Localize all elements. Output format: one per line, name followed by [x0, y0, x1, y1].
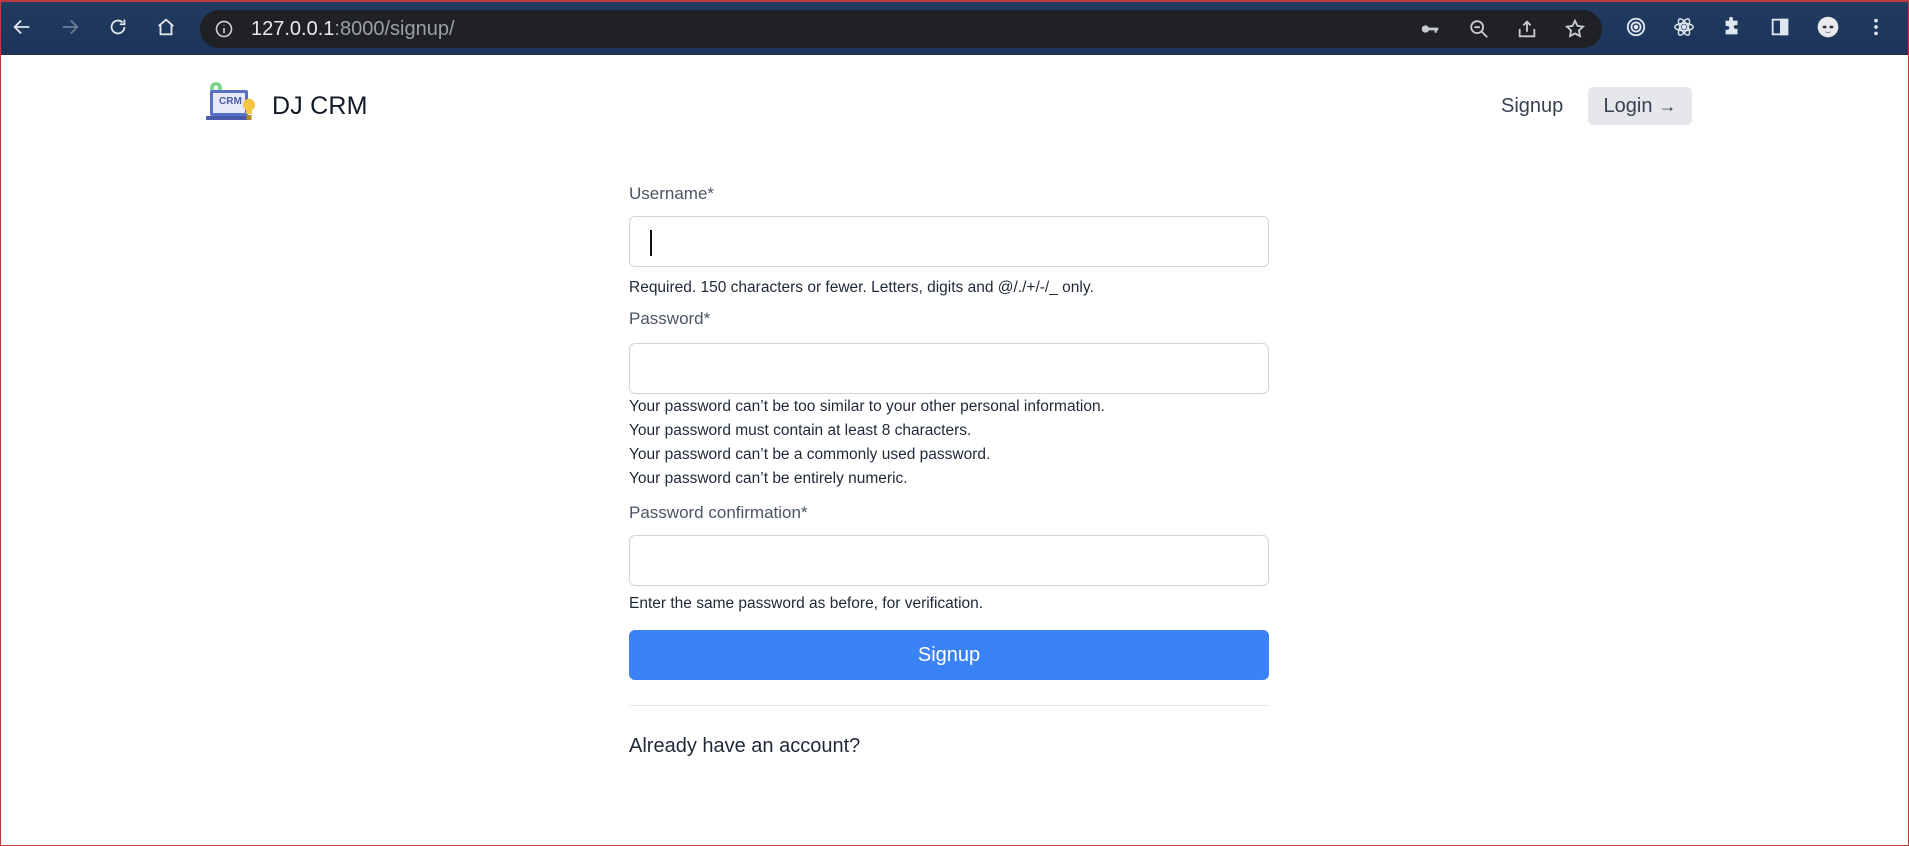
- address-bar[interactable]: 127.0.0.1:8000/signup/: [200, 10, 1602, 48]
- password-help-item: Your password must contain at least 8 ch…: [629, 422, 972, 439]
- share-icon[interactable]: [1516, 18, 1538, 40]
- browser-toolbar: 127.0.0.1:8000/signup/: [0, 0, 1909, 55]
- username-input[interactable]: [629, 216, 1269, 267]
- key-icon[interactable]: [1419, 18, 1441, 40]
- brand-link[interactable]: CRM DJ CRM: [206, 80, 368, 132]
- text-caret: [650, 230, 652, 256]
- signup-form: Username* Required. 150 characters or fe…: [629, 180, 1269, 758]
- site-navbar: CRM DJ CRM Signup Login →: [0, 55, 1909, 155]
- forward-icon[interactable]: [54, 11, 86, 43]
- password-help-item: Your password can’t be a commonly used p…: [629, 446, 991, 463]
- brand-title: DJ CRM: [272, 91, 368, 120]
- password-input[interactable]: [629, 343, 1269, 394]
- password-confirmation-label: Password confirmation*: [629, 503, 808, 522]
- zoom-out-icon[interactable]: [1468, 18, 1490, 40]
- url-host: 127.0.0.1: [251, 18, 335, 40]
- back-icon[interactable]: [6, 11, 38, 43]
- extensions-puzzle-icon[interactable]: [1716, 11, 1748, 43]
- url-text[interactable]: 127.0.0.1:8000/signup/: [251, 18, 455, 40]
- password-label: Password*: [629, 309, 711, 328]
- divider: [629, 705, 1269, 706]
- password-help-list: Your password can’t be too similar to yo…: [629, 395, 1269, 491]
- password-confirmation-input[interactable]: [629, 535, 1269, 586]
- login-button-label: Login: [1603, 94, 1653, 117]
- home-icon[interactable]: [150, 11, 182, 43]
- signup-submit-button[interactable]: Signup: [629, 630, 1269, 680]
- logo-text: CRM: [219, 96, 242, 107]
- password-confirmation-help: Enter the same password as before, for v…: [629, 595, 984, 612]
- bookmark-star-icon[interactable]: [1564, 18, 1586, 40]
- already-have-account-text: Already have an account?: [629, 735, 861, 757]
- username-label: Username*: [629, 184, 715, 203]
- profile-avatar[interactable]: [1812, 11, 1844, 43]
- password-help-item: Your password can’t be too similar to yo…: [629, 398, 1105, 415]
- crm-logo-icon: CRM: [206, 80, 258, 132]
- arrow-right-icon: →: [1658, 95, 1677, 116]
- username-help: Required. 150 characters or fewer. Lette…: [629, 279, 1094, 296]
- password-help-item: Your password can’t be entirely numeric.: [629, 470, 908, 487]
- reload-icon[interactable]: [102, 11, 134, 43]
- menu-kebab-icon[interactable]: [1860, 11, 1892, 43]
- url-path: :8000/signup/: [334, 18, 455, 40]
- extension-react-icon[interactable]: [1668, 11, 1700, 43]
- nav-signup-link[interactable]: Signup: [1501, 95, 1563, 118]
- site-info-icon[interactable]: [214, 19, 234, 39]
- extension-target-icon[interactable]: [1620, 11, 1652, 43]
- side-panel-icon[interactable]: [1764, 11, 1796, 43]
- login-button[interactable]: Login →: [1588, 87, 1692, 125]
